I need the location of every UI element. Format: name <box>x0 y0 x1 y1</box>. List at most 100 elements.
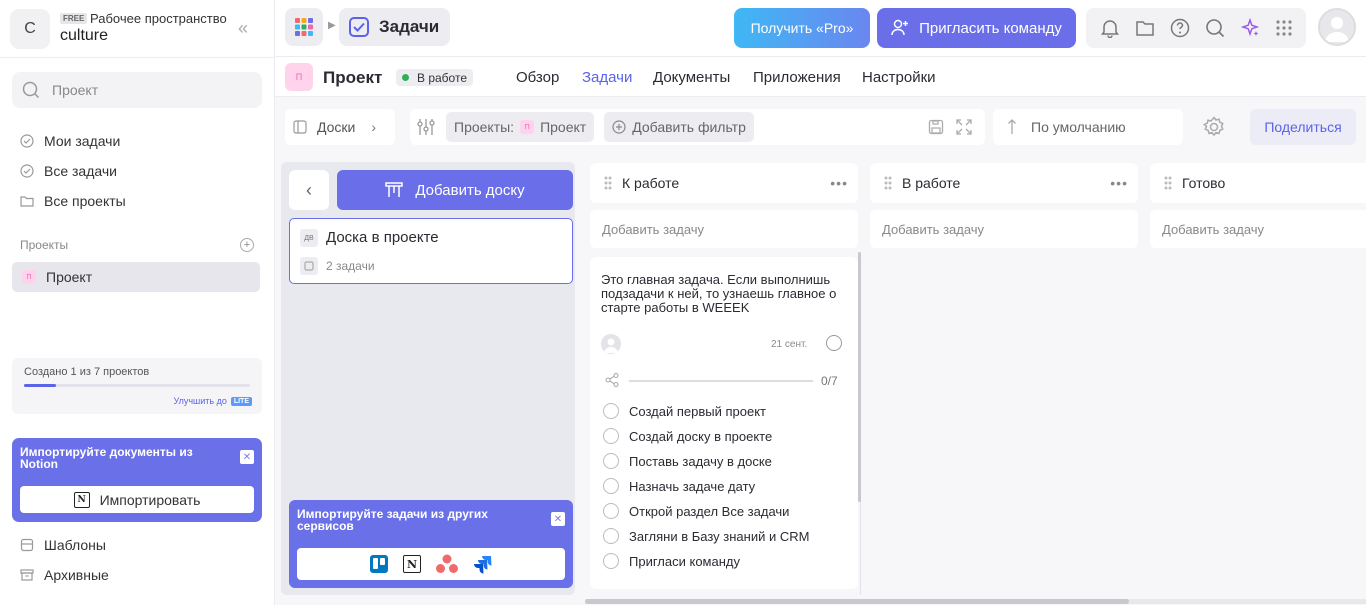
trello-icon[interactable] <box>369 554 389 574</box>
limit-progress <box>24 384 250 387</box>
subtask-item[interactable]: Поставь задачу в доске <box>603 452 772 470</box>
breadcrumb-tasks[interactable]: Задачи <box>339 8 450 46</box>
import-button[interactable]: N Импортировать <box>20 486 254 513</box>
tab-tasks[interactable]: Задачи <box>582 69 632 86</box>
sort-select[interactable]: По умолчанию <box>993 109 1183 145</box>
subtask-item[interactable]: Загляни в Базу знаний и CRM <box>603 527 809 545</box>
subtask-label: Поставь задачу в доске <box>629 453 772 469</box>
column-header[interactable]: В работе ••• <box>870 163 1138 203</box>
column-header[interactable]: Готово <box>1150 163 1366 203</box>
subtask-checkbox[interactable] <box>603 403 619 419</box>
expand-icon[interactable] <box>956 119 972 135</box>
subtask-item[interactable]: Открой раздел Все задачи <box>603 502 789 520</box>
drag-handle-icon[interactable] <box>1164 175 1172 191</box>
add-filter-label: Добавить фильтр <box>632 119 746 135</box>
bell-icon[interactable] <box>1100 18 1120 38</box>
add-filter-button[interactable]: Добавить фильтр <box>604 112 754 142</box>
status-badge[interactable]: В работе <box>396 69 474 86</box>
help-icon[interactable] <box>1170 18 1190 38</box>
promo-text: Импортируйте задачи из других сервисов <box>297 507 488 533</box>
nav-all-projects[interactable]: Все проекты <box>20 191 126 211</box>
nav-templates[interactable]: Шаблоны <box>20 535 106 555</box>
filter-bar: Проекты: П Проект Добавить фильтр <box>410 109 985 145</box>
vertical-scrollbar[interactable] <box>858 252 861 502</box>
gear-icon[interactable] <box>1203 116 1225 138</box>
add-task-input[interactable]: Добавить задачу <box>1150 210 1366 248</box>
collapse-sidebar-icon[interactable]: « <box>238 18 248 39</box>
more-icon[interactable]: ••• <box>830 175 848 191</box>
tab-settings[interactable]: Настройки <box>862 69 936 86</box>
user-icon <box>1325 17 1349 42</box>
scrollbar-thumb[interactable] <box>585 599 1129 604</box>
task-card[interactable]: Это главная задача. Если выполнишь подза… <box>590 257 858 589</box>
task-date[interactable]: 21 сент. <box>771 339 807 350</box>
board-content: ‹ Добавить доску ДВ Доска в проекте 2 за… <box>275 157 1366 605</box>
sidebar-item-project[interactable]: П Проект <box>12 262 260 292</box>
subtask-item[interactable]: Создай доску в проекте <box>603 427 772 445</box>
workspace-avatar[interactable]: C <box>10 9 50 49</box>
nav-my-tasks[interactable]: Мои задачи <box>20 131 120 151</box>
search-icon[interactable] <box>1205 18 1225 38</box>
subtask-label: Загляни в Базу знаний и CRM <box>629 528 810 544</box>
nav-archive[interactable]: Архивные <box>20 565 109 585</box>
complete-checkbox[interactable] <box>826 335 842 351</box>
close-icon[interactable]: ✕ <box>551 512 565 526</box>
horizontal-scrollbar[interactable] <box>585 599 1366 604</box>
subtask-checkbox[interactable] <box>603 428 619 444</box>
apps-grid-icon <box>295 18 313 36</box>
subtask-progress <box>629 380 813 382</box>
projects-header: Проекты <box>20 238 69 252</box>
subtask-checkbox[interactable] <box>603 553 619 569</box>
apps-icon[interactable] <box>1275 19 1293 37</box>
subtask-checkbox[interactable] <box>603 453 619 469</box>
subtask-label: Создай первый проект <box>629 403 766 419</box>
subtask-item[interactable]: Назначь задаче дату <box>603 477 755 495</box>
apps-button[interactable] <box>285 8 323 46</box>
tab-documents[interactable]: Документы <box>653 69 730 86</box>
notion-icon[interactable]: N <box>403 555 421 573</box>
subtask-item[interactable]: Пригласи команду <box>603 552 740 570</box>
more-icon[interactable]: ••• <box>1110 175 1128 191</box>
project-title[interactable]: Проект <box>323 68 382 88</box>
subtask-checkbox[interactable] <box>603 503 619 519</box>
invite-team-button[interactable]: Пригласить команду <box>877 8 1076 48</box>
jira-icon[interactable] <box>473 554 493 574</box>
add-task-input[interactable]: Добавить задачу <box>590 210 858 248</box>
tab-overview[interactable]: Обзор <box>516 69 559 86</box>
assignee-avatar[interactable] <box>601 334 621 354</box>
notion-import-promo: Импортируйте документы из Notion ✕ N Имп… <box>12 438 262 522</box>
sort-arrow-icon <box>1008 119 1016 134</box>
project-badge: П <box>22 270 36 284</box>
subtask-checkbox[interactable] <box>603 478 619 494</box>
limit-text: Создано 1 из 7 проектов <box>24 366 150 378</box>
workspace-name[interactable]: culture <box>60 27 108 45</box>
drag-handle-icon[interactable] <box>884 175 892 191</box>
tab-apps[interactable]: Приложения <box>753 69 841 86</box>
sparkle-icon[interactable] <box>1240 18 1260 38</box>
close-icon[interactable]: ✕ <box>240 450 254 464</box>
folder-icon[interactable] <box>1135 18 1155 38</box>
add-board-button[interactable]: Добавить доску <box>337 170 573 210</box>
subtask-checkbox[interactable] <box>603 528 619 544</box>
add-project-icon[interactable]: + <box>240 238 254 252</box>
promo-text: Импортируйте документы из Notion <box>20 445 193 471</box>
asana-icon[interactable] <box>435 554 459 574</box>
subtask-item[interactable]: Создай первый проект <box>603 402 766 420</box>
filter-sliders-icon[interactable] <box>416 117 436 137</box>
column-header[interactable]: К работе ••• <box>590 163 858 203</box>
drag-handle-icon[interactable] <box>604 175 612 191</box>
limit-progress-fill <box>24 384 57 387</box>
save-icon[interactable] <box>928 119 944 135</box>
share-button[interactable]: Поделиться <box>1250 109 1356 145</box>
user-avatar[interactable] <box>1318 8 1356 46</box>
chevron-left-icon[interactable]: ‹ <box>289 170 329 210</box>
search-input[interactable]: Проект <box>12 72 262 108</box>
filter-projects-pill[interactable]: Проекты: П Проект <box>446 112 595 142</box>
boards-toggle[interactable]: Доски › <box>285 109 395 145</box>
get-pro-button[interactable]: Получить «Pro» <box>734 8 870 48</box>
add-task-input[interactable]: Добавить задачу <box>870 210 1138 248</box>
nav-all-tasks[interactable]: Все задачи <box>20 161 117 181</box>
project-label: Проект <box>46 269 93 285</box>
upgrade-link[interactable]: Улучшить до LITE <box>173 396 252 406</box>
board-card[interactable]: ДВ Доска в проекте 2 задачи <box>289 218 573 284</box>
